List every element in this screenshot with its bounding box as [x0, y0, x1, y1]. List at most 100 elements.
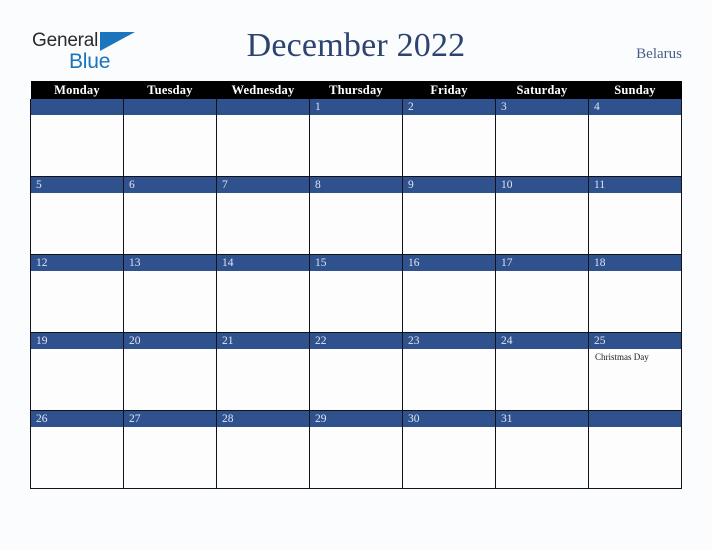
calendar-day-cell[interactable]: 7	[216, 176, 310, 255]
day-content[interactable]	[31, 271, 123, 332]
day-content[interactable]	[496, 349, 588, 410]
day-content[interactable]	[310, 193, 402, 254]
day-number: 26	[31, 411, 123, 427]
day-content[interactable]	[124, 349, 216, 410]
day-number	[124, 99, 216, 115]
calendar-day-cell[interactable]: 13	[123, 254, 217, 333]
calendar-body: 1 2 3 4 5 6 7 8 9 10 11 12 13 14 15 16 17 18 19 20 21 22 23 24 2…	[30, 99, 682, 489]
day-content[interactable]	[589, 427, 681, 488]
calendar-day-cell[interactable]: 24	[495, 332, 589, 411]
calendar-day-cell[interactable]: 15	[309, 254, 403, 333]
day-number: 30	[403, 411, 495, 427]
day-number: 14	[217, 255, 309, 271]
calendar-day-cell[interactable]: 4	[588, 99, 682, 177]
day-number: 31	[496, 411, 588, 427]
day-number: 22	[310, 333, 402, 349]
day-number: 4	[589, 99, 681, 115]
day-content[interactable]	[217, 427, 309, 488]
calendar-day-cell[interactable]: 27	[123, 410, 217, 489]
day-number: 18	[589, 255, 681, 271]
day-content[interactable]	[124, 427, 216, 488]
day-number: 20	[124, 333, 216, 349]
day-number: 12	[31, 255, 123, 271]
day-content[interactable]	[31, 115, 123, 176]
calendar-day-cell[interactable]: 30	[402, 410, 496, 489]
day-content[interactable]	[496, 193, 588, 254]
day-content[interactable]	[124, 271, 216, 332]
day-content[interactable]	[31, 193, 123, 254]
day-content[interactable]	[310, 115, 402, 176]
calendar-day-cell[interactable]: 25 Christmas Day	[588, 332, 682, 411]
calendar-day-cell[interactable]: 9	[402, 176, 496, 255]
day-content[interactable]	[403, 193, 495, 254]
day-content[interactable]	[496, 427, 588, 488]
day-number: 3	[496, 99, 588, 115]
calendar-day-cell[interactable]: 23	[402, 332, 496, 411]
day-number: 9	[403, 177, 495, 193]
calendar-day-cell[interactable]: 26	[30, 410, 124, 489]
day-content[interactable]	[403, 427, 495, 488]
calendar-day-cell[interactable]: 17	[495, 254, 589, 333]
day-content[interactable]	[589, 271, 681, 332]
calendar-week-row: 12 13 14 15 16 17 18	[30, 254, 682, 333]
day-content[interactable]	[124, 193, 216, 254]
weekday-header-thursday: Thursday	[309, 81, 403, 99]
day-content[interactable]	[217, 115, 309, 176]
calendar-week-row: 19 20 21 22 23 24 25 Christmas Day	[30, 332, 682, 411]
page-header: General Blue December 2022 Belarus	[0, 0, 712, 80]
day-number: 17	[496, 255, 588, 271]
calendar-day-cell[interactable]: 2	[402, 99, 496, 177]
calendar-day-cell[interactable]: 18	[588, 254, 682, 333]
day-number: 25	[589, 333, 681, 349]
calendar-day-cell[interactable]: 1	[309, 99, 403, 177]
day-content[interactable]	[217, 349, 309, 410]
day-content[interactable]	[403, 271, 495, 332]
calendar-day-cell[interactable]: 14	[216, 254, 310, 333]
day-content[interactable]	[217, 271, 309, 332]
calendar-day-cell[interactable]	[216, 99, 310, 177]
day-number: 24	[496, 333, 588, 349]
day-content[interactable]	[496, 271, 588, 332]
calendar-day-cell[interactable]: 29	[309, 410, 403, 489]
day-content[interactable]	[310, 349, 402, 410]
calendar-week-row: 26 27 28 29 30 31	[30, 410, 682, 489]
day-content[interactable]	[310, 271, 402, 332]
holiday-label: Christmas Day	[595, 352, 649, 362]
calendar-day-cell[interactable]: 22	[309, 332, 403, 411]
calendar-day-cell[interactable]: 21	[216, 332, 310, 411]
calendar-day-cell[interactable]: 19	[30, 332, 124, 411]
day-number: 19	[31, 333, 123, 349]
calendar-day-cell[interactable]: 6	[123, 176, 217, 255]
calendar-day-cell[interactable]: 12	[30, 254, 124, 333]
calendar-day-cell[interactable]	[30, 99, 124, 177]
calendar-day-cell[interactable]: 28	[216, 410, 310, 489]
day-number: 15	[310, 255, 402, 271]
calendar-day-cell[interactable]: 20	[123, 332, 217, 411]
day-content[interactable]	[589, 193, 681, 254]
day-number: 27	[124, 411, 216, 427]
day-content[interactable]: Christmas Day	[589, 349, 681, 410]
day-content[interactable]	[589, 115, 681, 176]
day-content[interactable]	[31, 349, 123, 410]
calendar-day-cell[interactable]: 16	[402, 254, 496, 333]
calendar-day-cell[interactable]: 31	[495, 410, 589, 489]
calendar-day-cell[interactable]: 10	[495, 176, 589, 255]
day-content[interactable]	[217, 193, 309, 254]
calendar-day-cell[interactable]: 11	[588, 176, 682, 255]
day-number	[217, 99, 309, 115]
day-content[interactable]	[496, 115, 588, 176]
day-number: 11	[589, 177, 681, 193]
calendar-day-cell[interactable]: 3	[495, 99, 589, 177]
day-content[interactable]	[124, 115, 216, 176]
calendar-day-cell[interactable]: 8	[309, 176, 403, 255]
calendar-table: Monday Tuesday Wednesday Thursday Friday…	[30, 81, 682, 489]
day-content[interactable]	[403, 349, 495, 410]
weekday-header-wednesday: Wednesday	[216, 81, 310, 99]
day-content[interactable]	[403, 115, 495, 176]
calendar-day-cell[interactable]: 5	[30, 176, 124, 255]
day-number: 8	[310, 177, 402, 193]
calendar-day-cell[interactable]	[123, 99, 217, 177]
day-content[interactable]	[31, 427, 123, 488]
calendar-day-cell[interactable]	[588, 410, 682, 489]
day-content[interactable]	[310, 427, 402, 488]
